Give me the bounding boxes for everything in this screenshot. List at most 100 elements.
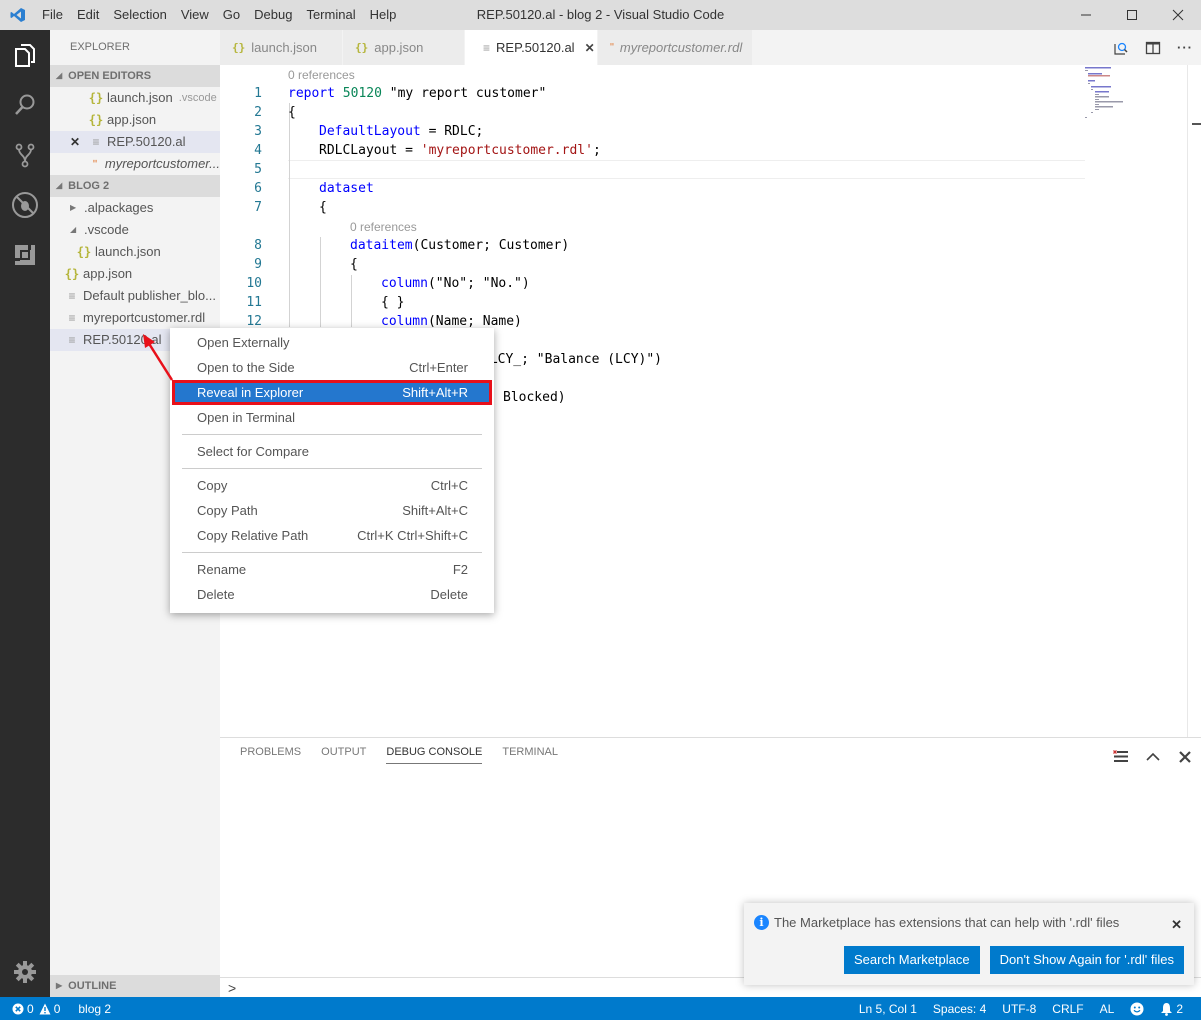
menu-debug[interactable]: Debug <box>247 0 299 30</box>
chevron-down-icon: ◢ <box>56 71 63 80</box>
tree-item-file[interactable]: {} app.json <box>50 263 220 285</box>
feedback-smiley-icon[interactable] <box>1130 1002 1144 1016</box>
menu-item-copy[interactable]: Copy Ctrl+C <box>170 473 494 498</box>
codelens-references[interactable]: 0 references <box>350 220 417 234</box>
close-notification-icon[interactable]: ✕ <box>1171 917 1182 933</box>
more-actions-icon[interactable]: ··· <box>1169 40 1201 55</box>
menu-item-open-to-side[interactable]: Open to the Side Ctrl+Enter <box>170 355 494 380</box>
menu-edit[interactable]: Edit <box>70 0 106 30</box>
tree-item-label: .alpackages <box>84 200 154 215</box>
folder-name[interactable]: blog 2 <box>78 1002 111 1016</box>
encoding[interactable]: UTF-8 <box>1002 1002 1036 1016</box>
cursor-position[interactable]: Ln 5, Col 1 <box>859 1002 917 1016</box>
menu-item-select-for-compare[interactable]: Select for Compare <box>170 439 494 464</box>
code-line: 9{ <box>254 257 358 272</box>
code-line: 5 <box>254 162 262 177</box>
file-icon: ≡ <box>68 333 76 347</box>
open-editor-label: myreportcustomer... <box>104 156 220 171</box>
outline-header[interactable]: ▶ OUTLINE <box>50 975 220 997</box>
menu-terminal[interactable]: Terminal <box>299 0 362 30</box>
tree-item-file[interactable]: {} launch.json <box>50 241 220 263</box>
minimap[interactable] <box>1085 65 1185 125</box>
extensions-icon[interactable] <box>0 230 50 280</box>
code-line: 2{ <box>254 105 296 120</box>
menu-go[interactable]: Go <box>216 0 247 30</box>
file-icon: ≡ <box>483 40 491 55</box>
menu-separator <box>182 552 482 553</box>
debug-icon[interactable] <box>0 180 50 230</box>
menu-item-rename[interactable]: Rename F2 <box>170 557 494 582</box>
maximize-panel-icon[interactable] <box>1137 746 1169 768</box>
settings-gear-icon[interactable] <box>0 947 50 997</box>
open-editor-label: launch.json <box>107 90 173 105</box>
close-tab-icon[interactable]: ✕ <box>585 41 595 55</box>
open-changes-icon[interactable] <box>1105 40 1137 56</box>
menu-item-reveal-in-explorer[interactable]: Reveal in Explorer Shift+Alt+R <box>172 380 492 405</box>
open-editor-item[interactable]: ✕ ≡ REP.50120.al <box>50 131 220 153</box>
notification-count: 2 <box>1176 1001 1183 1016</box>
tree-item-label: launch.json <box>95 244 161 259</box>
source-control-icon[interactable] <box>0 130 50 180</box>
folder-header[interactable]: ◢ BLOG 2 <box>50 175 220 197</box>
problems-indicator[interactable]: 0 0 <box>12 1002 60 1016</box>
minimize-button[interactable] <box>1063 0 1109 30</box>
tab-problems[interactable]: PROBLEMS <box>240 746 301 764</box>
editor-scrollbar[interactable] <box>1187 65 1201 737</box>
tree-item-file[interactable]: ≡ myreportcustomer.rdl <box>50 307 220 329</box>
code-line: 11{ } <box>246 295 405 310</box>
menu-file[interactable]: File <box>35 0 70 30</box>
close-window-button[interactable] <box>1155 0 1201 30</box>
search-marketplace-button[interactable]: Search Marketplace <box>844 946 980 974</box>
menu-help[interactable]: Help <box>363 0 404 30</box>
tab-output[interactable]: OUTPUT <box>321 746 366 764</box>
tab-rdl[interactable]: ʺ myreportcustomer.rdl <box>598 30 753 65</box>
menu-item-open-in-terminal[interactable]: Open in Terminal <box>170 405 494 430</box>
close-panel-icon[interactable] <box>1169 746 1201 768</box>
code-line: 3 DefaultLayout = RDLC; <box>254 124 484 139</box>
dont-show-again-button[interactable]: Don't Show Again for '.rdl' files <box>989 946 1184 974</box>
file-icon: ≡ <box>92 135 100 149</box>
indentation[interactable]: Spaces: 4 <box>933 1002 986 1016</box>
explorer-icon[interactable] <box>0 30 50 80</box>
code-line: 10 column("No"; "No.") <box>246 276 530 291</box>
tab-label: app.json <box>374 40 424 55</box>
bell-icon <box>1161 1002 1173 1016</box>
tree-item-folder[interactable]: ◢ .vscode <box>50 219 220 241</box>
codelens-references[interactable]: 0 references <box>288 68 355 82</box>
open-editors-header[interactable]: ◢ OPEN EDITORS <box>50 65 220 87</box>
tab-app-json[interactable]: {} app.json <box>343 30 465 65</box>
close-editor-icon[interactable]: ✕ <box>70 131 88 153</box>
menu-item-copy-path[interactable]: Copy Path Shift+Alt+C <box>170 498 494 523</box>
tab-terminal[interactable]: TERMINAL <box>502 746 558 764</box>
vscode-logo-icon <box>0 0 35 30</box>
menu-item-open-externally[interactable]: Open Externally <box>170 330 494 355</box>
line-ending[interactable]: CRLF <box>1052 1002 1083 1016</box>
split-editor-icon[interactable] <box>1137 40 1169 56</box>
maximize-button[interactable] <box>1109 0 1155 30</box>
context-menu: Open Externally Open to the Side Ctrl+Ent… <box>170 328 494 613</box>
open-editor-item[interactable]: {} launch.json .vscode <box>50 87 220 109</box>
open-editor-item[interactable]: {} app.json <box>50 109 220 131</box>
open-editors-label: OPEN EDITORS <box>68 70 152 82</box>
menu-bar: File Edit Selection View Go Debug Termin… <box>35 0 403 30</box>
search-icon[interactable] <box>0 80 50 130</box>
file-icon: ≡ <box>68 311 76 325</box>
tab-launch-json[interactable]: {} launch.json <box>220 30 343 65</box>
notifications-indicator[interactable]: 2 <box>1160 1002 1183 1016</box>
tree-item-folder[interactable]: ▶ .alpackages <box>50 197 220 219</box>
language-mode[interactable]: AL <box>1100 1002 1115 1016</box>
tree-item-file[interactable]: ≡ Default publisher_blo... <box>50 285 220 307</box>
menu-selection[interactable]: Selection <box>106 0 173 30</box>
tab-debug-console[interactable]: DEBUG CONSOLE <box>386 746 483 764</box>
menu-item-copy-relative-path[interactable]: Copy Relative Path Ctrl+K Ctrl+Shift+C <box>170 523 494 548</box>
json-icon: {} <box>76 245 92 259</box>
chevron-right-icon: > <box>228 980 237 996</box>
tab-rep-al[interactable]: ≡ REP.50120.al ✕ <box>465 30 598 65</box>
status-bar: 0 0 blog 2 Ln 5, Col 1 Spaces: 4 UTF-8 C… <box>0 997 1201 1020</box>
menu-item-delete[interactable]: Delete Delete <box>170 582 494 607</box>
clear-console-icon[interactable] <box>1105 746 1137 768</box>
error-count: 0 <box>27 1001 34 1016</box>
sidebar-title: EXPLORER <box>70 41 130 53</box>
menu-view[interactable]: View <box>174 0 216 30</box>
open-editor-item[interactable]: ʺ myreportcustomer... <box>50 153 220 175</box>
